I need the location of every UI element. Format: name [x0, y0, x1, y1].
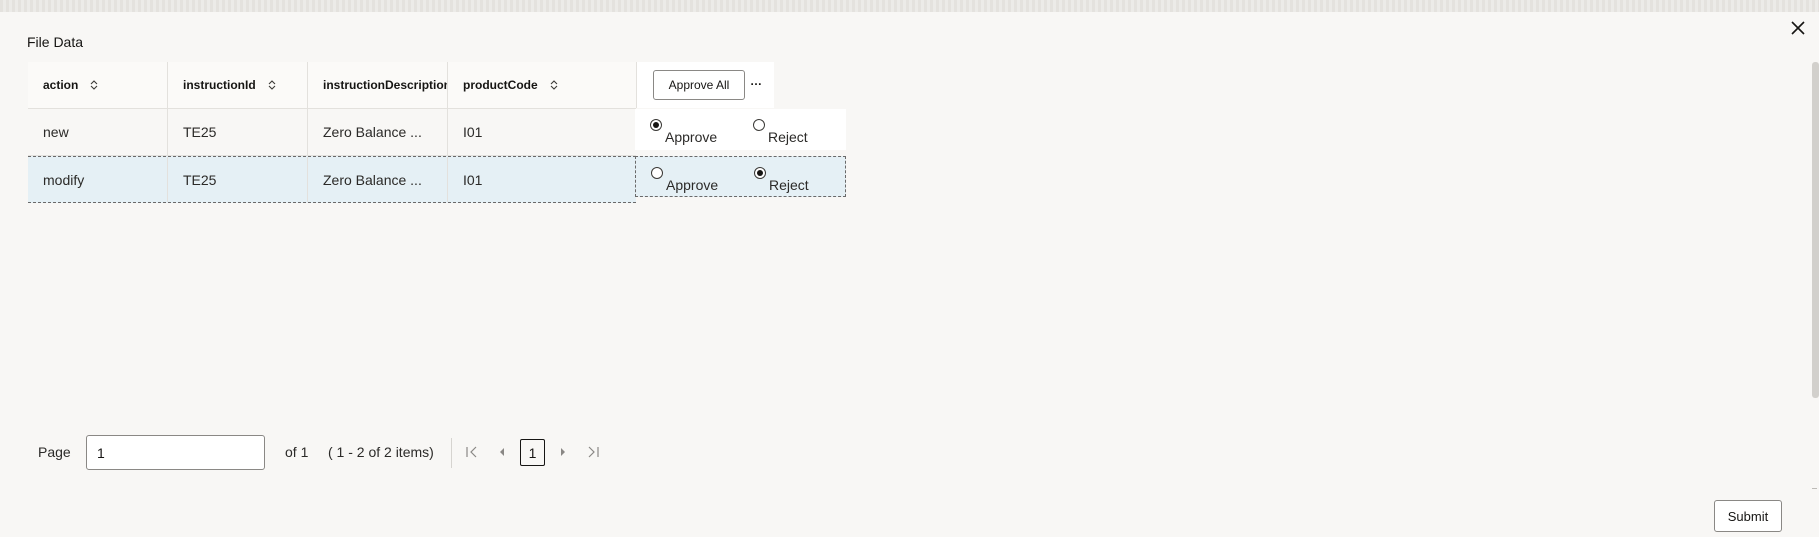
decision-radio-group: Approve Reject [635, 156, 846, 197]
previous-page-icon[interactable] [494, 444, 510, 460]
approve-all-button[interactable]: Approve All [653, 70, 745, 100]
column-header-instruction-id[interactable]: instructionId [168, 62, 308, 108]
decision-radio-group: Approve Reject [635, 109, 846, 150]
reject-radio-option[interactable]: Reject [754, 157, 834, 196]
column-header-label: instructionId [183, 78, 256, 92]
dialog-title: File Data [27, 34, 84, 50]
column-header-label: action [43, 78, 79, 92]
approve-label: Approve [666, 177, 719, 193]
cell-instruction-description: Zero Balance ... [308, 109, 448, 155]
cell-action: modify [28, 157, 168, 202]
sort-icon[interactable] [90, 80, 98, 90]
page-label: Page [38, 444, 71, 460]
reject-radio-option[interactable]: Reject [753, 109, 833, 150]
cell-instruction-id: TE25 [168, 109, 308, 155]
column-header-label: instructionDescription [323, 78, 448, 92]
approve-label: Approve [665, 129, 718, 145]
sort-icon[interactable] [550, 80, 558, 90]
vertical-scrollbar[interactable] [1812, 62, 1819, 398]
table-row[interactable]: modify TE25 Zero Balance ... I01 [28, 156, 636, 203]
reject-label: Reject [768, 129, 808, 145]
last-page-icon[interactable] [585, 444, 601, 460]
cell-product-code: I01 [463, 124, 483, 140]
current-page-button[interactable]: 1 [520, 439, 545, 466]
cell-action: new [28, 109, 168, 155]
scroll-mark [1812, 488, 1817, 489]
page-number-input[interactable] [86, 435, 265, 470]
first-page-icon[interactable] [464, 444, 480, 460]
approve-radio[interactable] [651, 167, 663, 179]
next-page-icon[interactable] [555, 444, 571, 460]
cell-instruction-id: TE25 [168, 157, 308, 202]
column-header-label: productCode [463, 78, 538, 92]
reject-label: Reject [769, 177, 809, 193]
sort-icon[interactable] [268, 80, 276, 90]
actions-column-header: Approve All … [636, 62, 774, 108]
table-row[interactable]: new TE25 Zero Balance ... I01 [28, 109, 636, 156]
column-header-action[interactable]: action [28, 62, 168, 108]
close-icon [1791, 21, 1805, 35]
reject-radio[interactable] [754, 167, 766, 179]
reject-radio[interactable] [753, 119, 765, 131]
column-header-instruction-description[interactable]: instructionDescription [308, 62, 448, 108]
submit-button[interactable]: Submit [1714, 500, 1782, 532]
approve-radio[interactable] [650, 119, 662, 131]
more-options-icon[interactable]: … [750, 74, 762, 88]
close-button[interactable] [1788, 18, 1808, 38]
cell-instruction-description: Zero Balance ... [308, 157, 448, 202]
background-page-strip [0, 0, 1819, 12]
approve-radio-option[interactable]: Approve [650, 109, 730, 150]
approve-radio-option[interactable]: Approve [651, 157, 731, 196]
column-header-product-code[interactable]: productCode [448, 62, 636, 108]
items-range-text: ( 1 - 2 of 2 items) [328, 444, 434, 460]
pagination-divider [451, 438, 452, 468]
cell-product-code: I01 [463, 171, 483, 188]
pagination: Page of 1 ( 1 - 2 of 2 items) 1 [38, 435, 658, 470]
table-header: action instructionId instructionDescript… [28, 62, 636, 109]
page-count-text: of 1 [285, 444, 309, 460]
